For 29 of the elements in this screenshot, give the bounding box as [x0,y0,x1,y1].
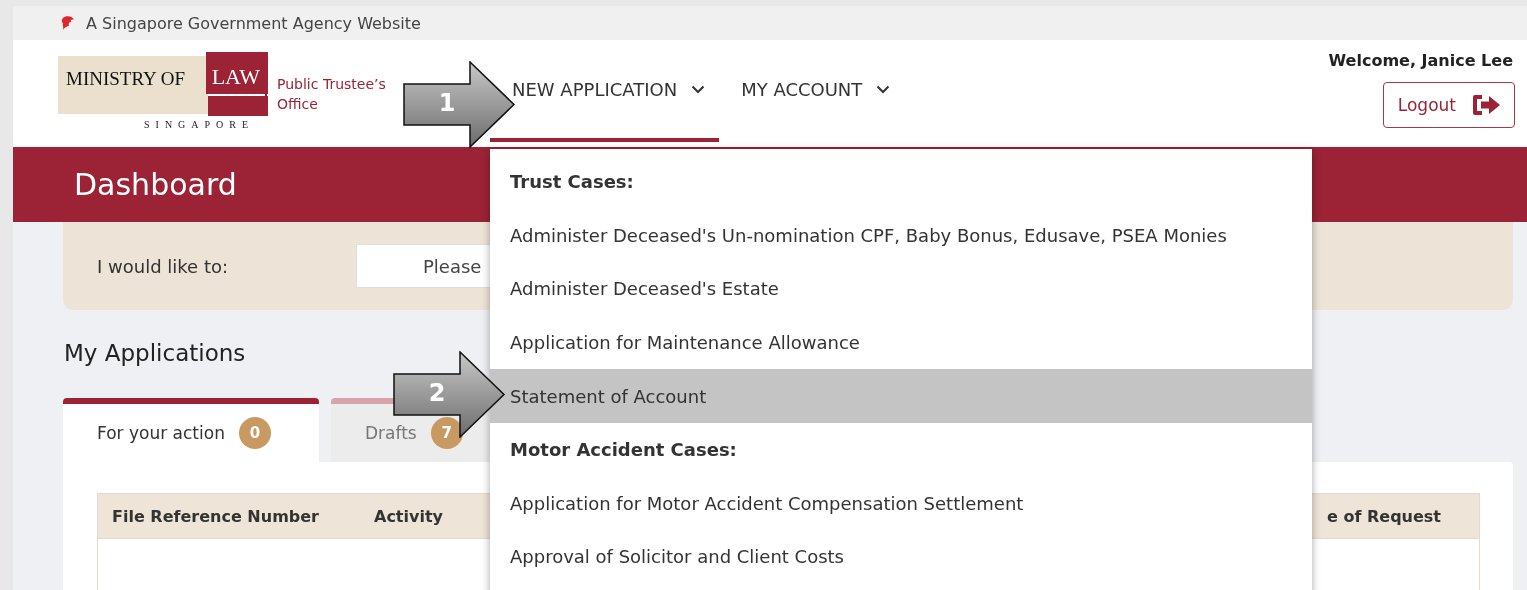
logo-text: MINISTRY OF [65,68,187,91]
menu-item[interactable]: Statement of Account [490,369,1312,423]
menu-group-heading: Trust Cases: [509,170,635,195]
chevron-down-icon [691,84,706,94]
column-header: Activity [374,506,443,526]
nav-menu-item[interactable]: MY ACCOUNT [719,40,905,142]
logo-country-text: SINGAPORE [144,119,255,130]
logo-office-text: Public Trustee’s Office [265,74,399,114]
menu-item[interactable]: Administer Deceased's Estate [490,262,1312,316]
action-label: I would like to: [97,255,230,277]
column-header: File Reference Number [111,506,320,526]
column-header: e of Request [1327,506,1442,526]
chevron-down-icon [876,84,891,94]
step-number: 1 [437,89,457,117]
welcome-text: Welcome, Janice Lee [1328,51,1513,70]
menu-group-heading: Motor Accident Cases: [509,438,738,463]
banner-text: A Singapore Government Agency Website [86,13,421,33]
logo-stripe [208,94,268,116]
logout-icon [1472,93,1502,117]
logout-button[interactable]: Logout [1382,82,1515,128]
logo-text: LAW [205,52,268,94]
count-badge: 0 [238,417,271,449]
tab[interactable]: For your action 0 [63,398,319,462]
menu-item[interactable]: Application for Motor Accident Compensation Settlement [490,476,1312,531]
section-heading: My Applications [64,340,246,368]
menu-item[interactable]: Application for Maintenance Allowance [490,315,1312,370]
menu-item[interactable]: Approval of Solicitor and Client Costs [490,530,1312,584]
lion-icon [60,15,76,31]
count-badge: 7 [430,417,463,449]
